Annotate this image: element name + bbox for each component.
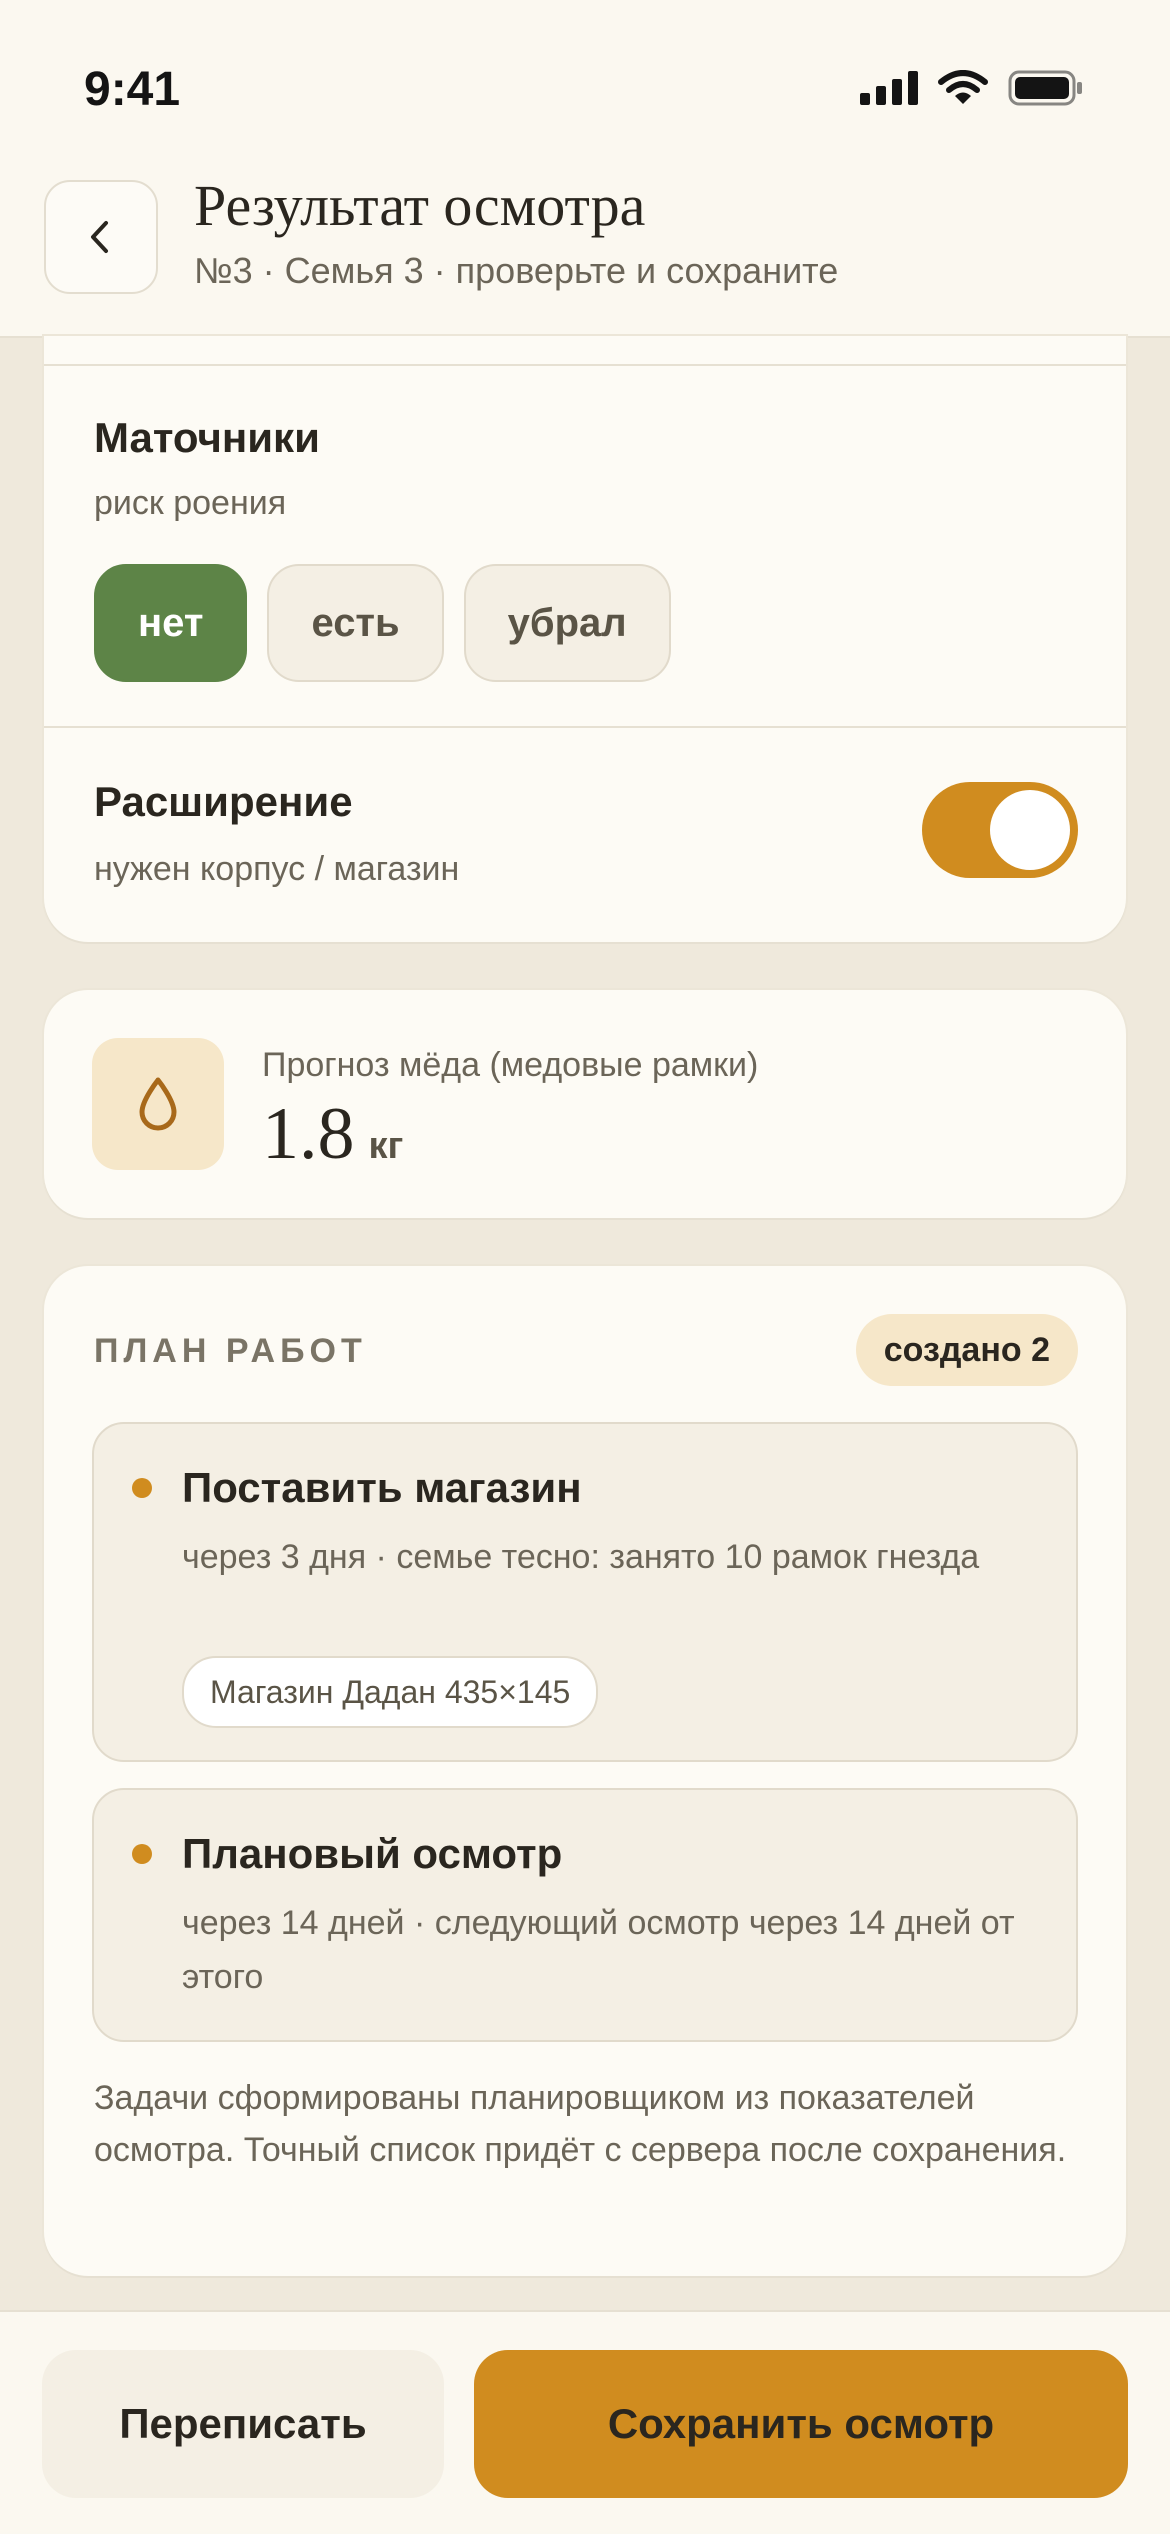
task-item[interactable]: Поставить магазин через 3 дня · семье те… (92, 1422, 1078, 1762)
queen-cells-subtitle: риск роения (94, 484, 287, 522)
task-item[interactable]: Плановый осмотр через 14 дней · следующи… (92, 1788, 1078, 2042)
chip-no[interactable]: нет (94, 564, 248, 682)
battery-icon (1008, 70, 1082, 106)
divider (44, 364, 1126, 366)
status-bar: 9:41 (0, 0, 1170, 170)
divider (44, 726, 1126, 728)
task-description: через 14 дней · следующий осмотр через 1… (182, 1904, 1015, 1996)
page-subtitle: №3 · Семья 3 · проверьте и сохраните (194, 250, 839, 291)
back-button[interactable] (44, 180, 158, 294)
status-icons (860, 70, 1084, 106)
chevron-left-icon (91, 221, 108, 253)
inspection-fields-card: Маточники риск роения нет есть убрал Рас… (44, 336, 1126, 942)
task-description: через 3 дня · семье тесно: занято 10 рам… (182, 1538, 980, 1576)
plan-note: Задачи сформированы планировщиком из пок… (94, 2079, 1067, 2169)
queen-cells-options: нет есть убрал (94, 564, 671, 682)
task-dot (132, 1844, 152, 1864)
task-dot (132, 1478, 152, 1498)
honey-forecast-value: 1.8 кг (262, 1092, 403, 1177)
page-title: Результат осмотра (194, 173, 646, 238)
created-count-badge: создано 2 (855, 1314, 1078, 1386)
honey-drop-icon (92, 1038, 224, 1170)
honey-forecast-label: Прогноз мёда (медовые рамки) (262, 1046, 759, 1084)
wifi-icon (938, 70, 988, 104)
chip-yes[interactable]: есть (267, 564, 444, 682)
task-title: Плановый осмотр (182, 1830, 563, 1877)
task-title: Поставить магазин (182, 1464, 582, 1511)
task-tag: Магазин Дадан 435×145 (182, 1656, 599, 1728)
expansion-toggle[interactable] (922, 782, 1078, 878)
status-time: 9:41 (84, 63, 181, 116)
toggle-knob (990, 790, 1070, 870)
work-plan-card: ПЛАН РАБОТ создано 2 Поставить магазин ч… (44, 1266, 1126, 2276)
footer-actions: Переписать Сохранить осмотр (0, 2310, 1170, 2534)
expansion-subtitle: нужен корпус / магазин (94, 850, 460, 888)
queen-cells-title: Маточники (94, 414, 320, 461)
signal-icon (860, 71, 918, 105)
work-plan-title: ПЛАН РАБОТ (94, 1332, 367, 1370)
rewrite-button[interactable]: Переписать (42, 2350, 444, 2498)
chip-removed[interactable]: убрал (463, 564, 671, 682)
honey-forecast-card: Прогноз мёда (медовые рамки) 1.8 кг (44, 990, 1126, 1218)
header: Результат осмотра №3 · Семья 3 · проверь… (0, 170, 1170, 338)
honey-unit: кг (368, 1125, 404, 1167)
expansion-title: Расширение (94, 778, 353, 825)
save-inspection-button[interactable]: Сохранить осмотр (474, 2350, 1128, 2498)
honey-amount: 1.8 (262, 1093, 355, 1175)
